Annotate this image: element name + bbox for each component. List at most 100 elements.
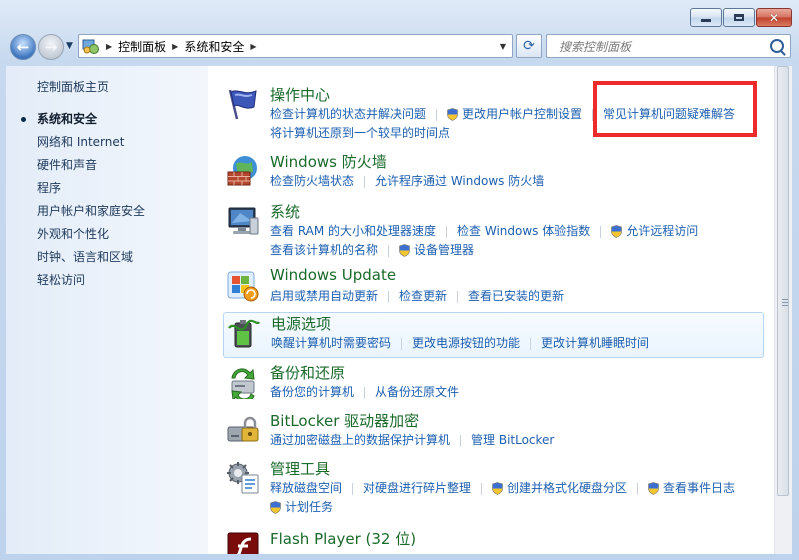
task-link[interactable]: 释放磁盘空间	[270, 479, 342, 498]
task-link[interactable]: 检查防火墙状态	[270, 172, 354, 191]
left-nav-item[interactable]: 程序	[20, 180, 205, 203]
left-nav-item[interactable]: 网络和 Internet	[20, 134, 205, 157]
link-separator	[457, 290, 459, 303]
task-link-label: 检查防火墙状态	[270, 174, 355, 188]
category-title[interactable]: 操作中心	[270, 84, 330, 105]
category-title[interactable]: Flash Player (32 位)	[270, 528, 416, 549]
minimize-button[interactable]	[690, 8, 722, 27]
left-nav-item[interactable]: 硬件和声音	[20, 157, 205, 180]
task-link-label: 将计算机还原到一个较早的时间点	[270, 126, 451, 140]
windows-update-icon[interactable]	[226, 269, 260, 303]
breadcrumb-separator[interactable]: ▶	[106, 42, 112, 51]
task-link[interactable]: 检查更新	[399, 287, 447, 306]
left-nav-item[interactable]: 外观和个性化	[20, 226, 205, 249]
refresh-button[interactable]: ⟳	[516, 34, 542, 58]
task-link-label: 检查 Windows 体验指数	[457, 224, 591, 238]
task-link[interactable]: 创建并格式化硬盘分区	[492, 479, 627, 498]
recent-pages-dropdown[interactable]: ▼	[66, 41, 73, 51]
category-battery: 电源选项 唤醒计算机时需要密码 更改电源按钮的功能 更改计算机睡眠时间	[223, 312, 764, 358]
category-title[interactable]: BitLocker 驱动器加密	[270, 410, 419, 431]
link-row: 检查防火墙状态 允许程序通过 Windows 防火墙	[270, 172, 770, 191]
task-link[interactable]: 唤醒计算机时需要密码	[271, 334, 391, 353]
maximize-button[interactable]	[723, 8, 755, 27]
task-link-label: 查看该计算机的名称	[270, 243, 379, 257]
link-separator	[401, 337, 403, 350]
left-navigation-pane: 控制面板主页 系统和安全 网络和 Internet 硬件和声音 程序 用户帐户和家庭安全…	[6, 66, 208, 554]
search-icon[interactable]	[770, 39, 784, 53]
task-link-label: 查看已安装的更新	[468, 289, 565, 303]
task-link[interactable]: 查看该计算机的名称	[270, 241, 378, 260]
category-title[interactable]: 系统	[270, 201, 300, 222]
task-link-label: 更改用户帐户控制设置	[462, 107, 583, 121]
task-link[interactable]: 启用或禁用自动更新	[270, 287, 378, 306]
task-link-label: 释放磁盘空间	[270, 481, 343, 495]
backup-icon[interactable]	[226, 365, 260, 403]
link-row: 查看该计算机的名称 设备管理器	[270, 241, 770, 260]
scrollbar-thumb[interactable]	[777, 66, 789, 496]
address-dropdown-button[interactable]: ▼	[496, 38, 510, 54]
vertical-scrollbar[interactable]	[774, 66, 792, 554]
category-links: 备份您的计算机 从备份还原文件	[270, 383, 770, 402]
task-link[interactable]: 检查计算机的状态并解决问题	[270, 105, 426, 124]
task-link[interactable]: 更改计算机睡眠时间	[541, 334, 649, 353]
task-link[interactable]: 从备份还原文件	[375, 383, 459, 402]
task-link[interactable]: 允许程序通过 Windows 防火墙	[375, 172, 544, 191]
control-panel-home-link[interactable]: 控制面板主页	[37, 78, 109, 95]
back-button[interactable]: ←	[10, 34, 36, 60]
category-title[interactable]: Windows Update	[270, 266, 396, 284]
category-title[interactable]: 电源选项	[271, 313, 331, 334]
flag-icon[interactable]	[226, 87, 260, 121]
left-nav-item[interactable]: 系统和安全	[20, 111, 205, 134]
task-link[interactable]: 查看已安装的更新	[468, 287, 564, 306]
uac-shield-icon	[270, 501, 281, 514]
admin-tools-icon[interactable]	[226, 461, 260, 495]
task-link-label: 更改电源按钮的功能	[412, 336, 521, 350]
task-link[interactable]: 设备管理器	[399, 241, 474, 260]
breadcrumb-separator[interactable]: ▶	[250, 42, 256, 51]
firewall-icon[interactable]	[226, 154, 260, 188]
link-separator	[530, 337, 532, 350]
task-link-label: 允许程序通过 Windows 防火墙	[375, 174, 545, 188]
task-link[interactable]: 允许远程访问	[611, 222, 698, 241]
computer-icon[interactable]	[226, 204, 260, 238]
search-input[interactable]	[557, 36, 766, 58]
task-link[interactable]: 对硬盘进行碎片整理	[363, 479, 471, 498]
category-title[interactable]: 备份和还原	[270, 362, 345, 383]
task-link[interactable]: 查看事件日志	[648, 479, 735, 498]
breadcrumb-control-panel[interactable]: 控制面板	[118, 38, 166, 55]
category-title[interactable]: 管理工具	[270, 458, 330, 479]
link-row: 查看 RAM 的大小和处理器速度 检查 Windows 体验指数 允许远程访问	[270, 222, 770, 241]
bitlocker-icon[interactable]	[226, 413, 260, 447]
close-button[interactable]: ✕	[756, 8, 792, 27]
forward-button[interactable]: →	[38, 34, 64, 60]
left-nav-item[interactable]: 轻松访问	[20, 272, 205, 295]
window-frame: ✕ ← → ▼ ▶ 控制面板 ▶ 系统和安全 ▶ ▼ ⟳ 搜索控制面板 控制面板…	[0, 0, 799, 560]
task-link[interactable]: 将计算机还原到一个较早的时间点	[270, 124, 450, 143]
task-link[interactable]: 通过加密磁盘上的数据保护计算机	[270, 431, 450, 450]
left-nav-list: 系统和安全 网络和 Internet 硬件和声音 程序 用户帐户和家庭安全 外观和个性化时…	[20, 111, 205, 295]
link-separator	[637, 482, 639, 495]
battery-icon[interactable]	[227, 316, 261, 350]
left-nav-item[interactable]: 时钟、语言和区域	[20, 249, 205, 272]
left-nav-item[interactable]: 用户帐户和家庭安全	[20, 203, 205, 226]
address-bar[interactable]: ▶ 控制面板 ▶ 系统和安全 ▶ ▼	[78, 34, 513, 58]
task-link[interactable]: 备份您的计算机	[270, 383, 354, 402]
uac-shield-icon	[447, 108, 458, 121]
task-link[interactable]: 更改电源按钮的功能	[412, 334, 520, 353]
breadcrumb-system-security[interactable]: 系统和安全	[184, 38, 244, 55]
task-link-label: 计划任务	[285, 500, 334, 514]
search-box[interactable]	[546, 34, 791, 58]
flash-icon[interactable]	[226, 531, 260, 554]
task-link[interactable]: 计划任务	[270, 498, 333, 517]
task-link-label: 备份您的计算机	[270, 385, 355, 399]
task-link-label: 检查更新	[399, 289, 448, 303]
minimize-icon	[701, 19, 711, 22]
task-link[interactable]: 更改用户帐户控制设置	[447, 105, 582, 124]
uac-shield-icon	[492, 482, 503, 495]
category-title[interactable]: Windows 防火墙	[270, 151, 387, 172]
task-link[interactable]: 查看 RAM 的大小和处理器速度	[270, 222, 436, 241]
link-separator	[388, 290, 390, 303]
task-link[interactable]: 检查 Windows 体验指数	[457, 222, 590, 241]
breadcrumb-separator[interactable]: ▶	[172, 42, 178, 51]
task-link[interactable]: 管理 BitLocker	[471, 431, 554, 450]
